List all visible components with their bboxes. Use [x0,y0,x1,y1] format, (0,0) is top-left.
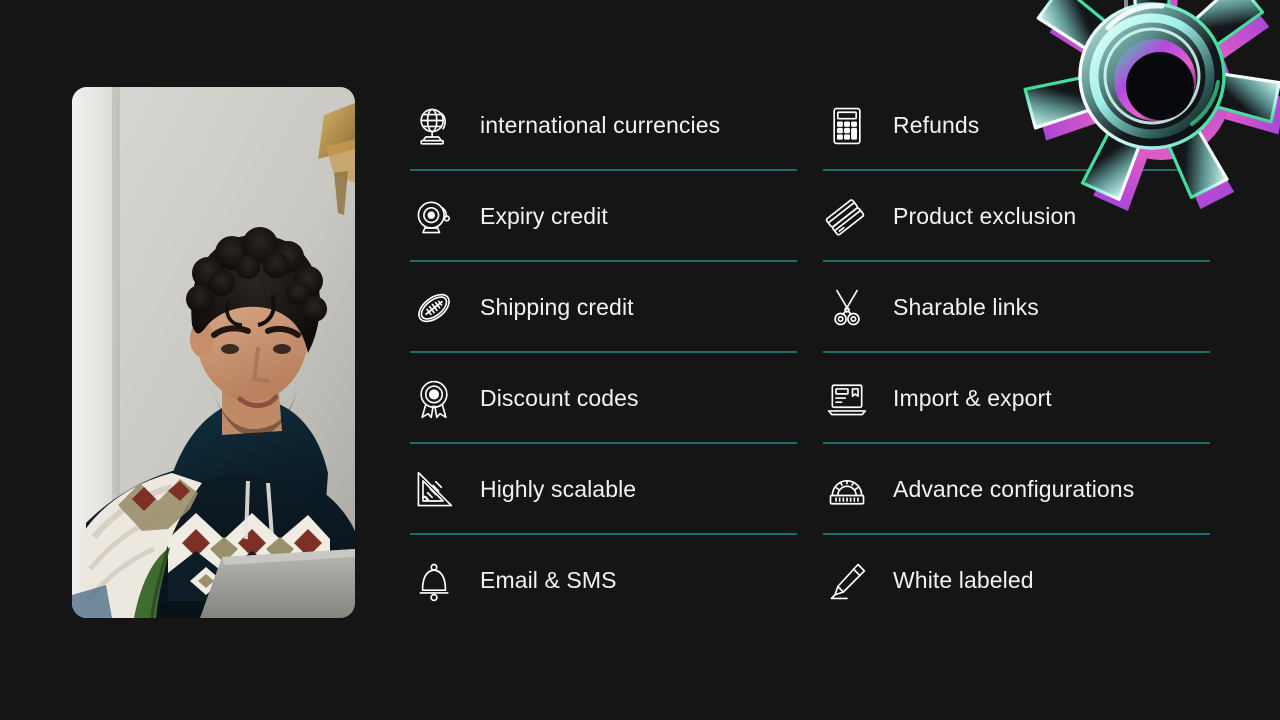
feature-item-highly-scalable[interactable]: Highly scalable [410,444,797,535]
feature-label: international currencies [480,112,721,138]
credit-cards-icon [823,193,871,241]
slide-canvas: international currencies Refunds Expiry … [0,0,1280,720]
feature-label: Discount codes [480,385,639,411]
feature-item-international-currencies[interactable]: international currencies [410,80,797,171]
feature-item-refunds[interactable]: Refunds [823,80,1210,171]
feature-label: Refunds [893,112,980,138]
protractor-icon [823,466,871,514]
feature-label: Shipping credit [480,294,634,320]
feature-label: Sharable links [893,294,1039,320]
portrait-photo-illustration [72,87,355,618]
feature-label: Expiry credit [480,203,608,229]
scissors-icon [823,284,871,332]
feature-label: Email & SMS [480,567,617,593]
feature-item-shipping-credit[interactable]: Shipping credit [410,262,797,353]
feature-label: Product exclusion [893,203,1077,229]
feature-item-product-exclusion[interactable]: Product exclusion [823,171,1210,262]
feature-item-advance-configurations[interactable]: Advance configurations [823,444,1210,535]
feature-item-email-sms[interactable]: Email & SMS [410,535,797,626]
feature-item-white-labeled[interactable]: White labeled [823,535,1210,626]
feature-label: White labeled [893,567,1034,593]
alarm-bell-icon [410,193,458,241]
football-icon [410,284,458,332]
calculator-icon [823,102,871,150]
portrait-photo [72,87,355,618]
pen-icon [823,557,871,605]
award-ribbon-icon [410,375,458,423]
globe-stand-icon [410,102,458,150]
bell-icon [410,557,458,605]
feature-item-expiry-credit[interactable]: Expiry credit [410,171,797,262]
feature-label: Highly scalable [480,476,637,502]
feature-grid: international currencies Refunds Expiry … [410,80,1210,640]
feature-item-sharable-links[interactable]: Sharable links [823,262,1210,353]
feature-item-discount-codes[interactable]: Discount codes [410,353,797,444]
set-square-ruler-icon [410,466,458,514]
laptop-icon [823,375,871,423]
feature-label: Advance configurations [893,476,1135,502]
feature-label: Import & export [893,385,1052,411]
feature-item-import-export[interactable]: Import & export [823,353,1210,444]
